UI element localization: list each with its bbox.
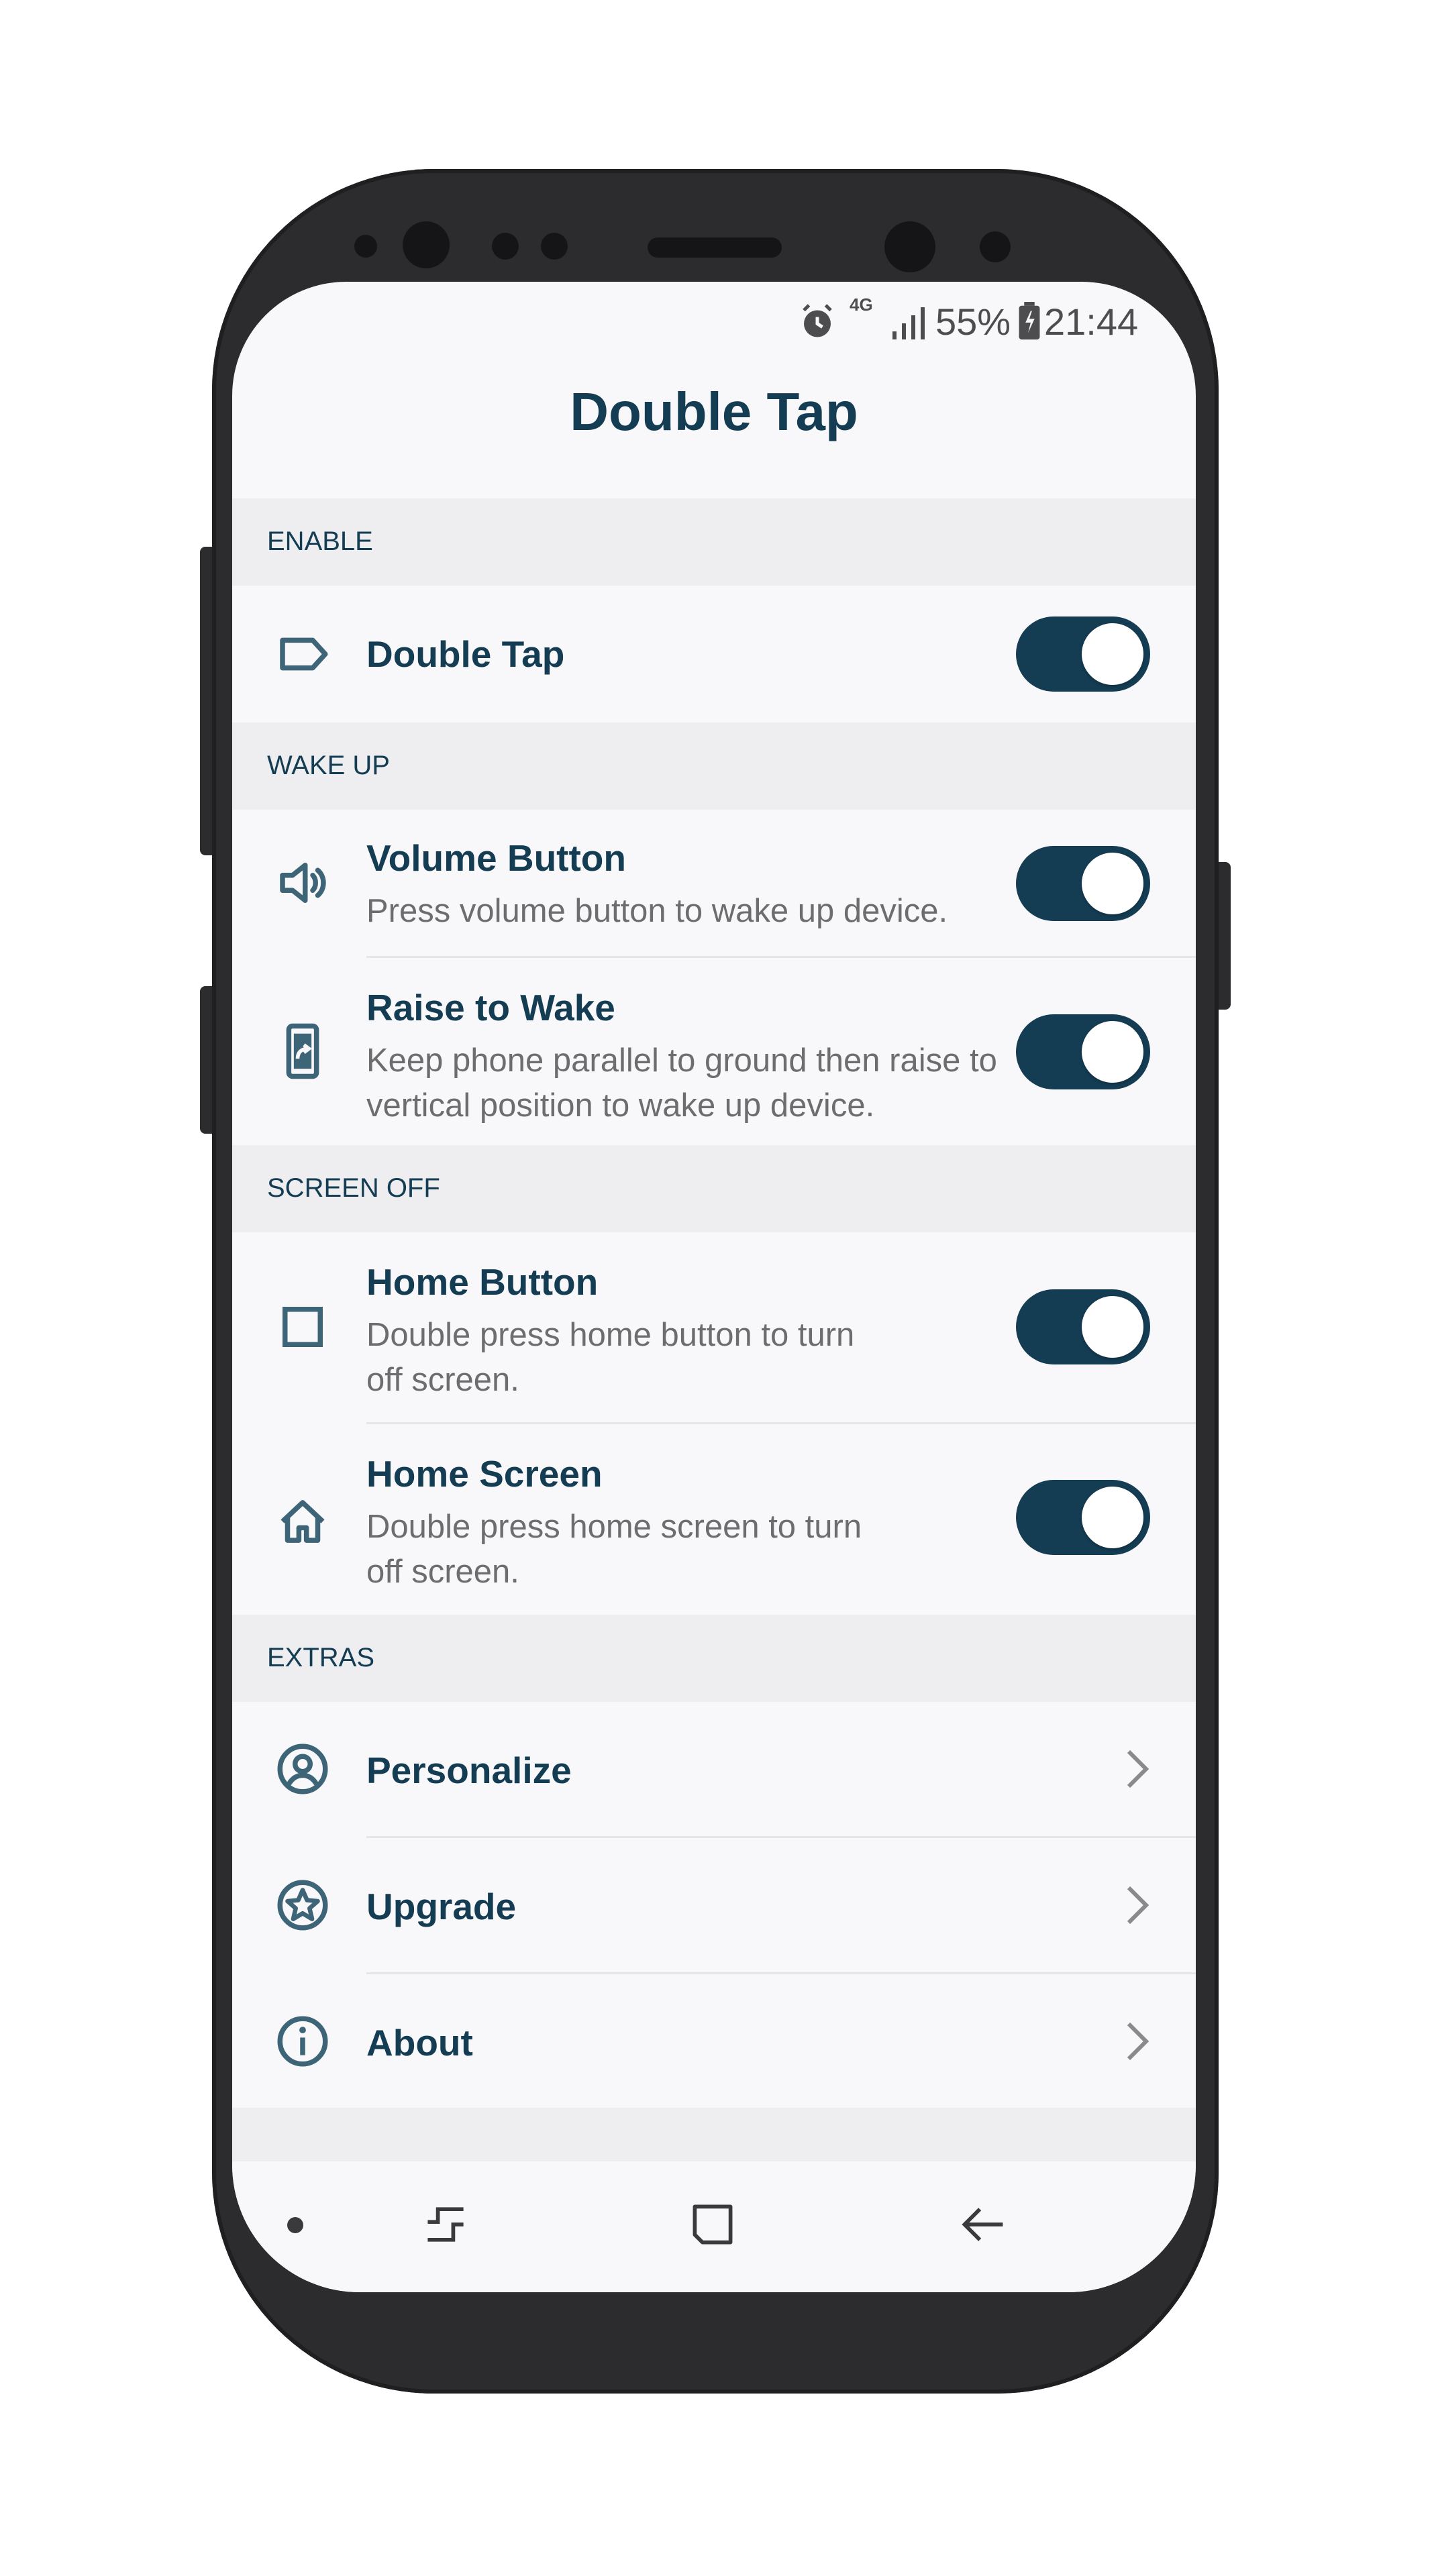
battery-percent: 55%	[935, 301, 1011, 343]
network-type: 4G	[850, 294, 873, 315]
toggle-knob	[1082, 853, 1143, 914]
phone-raise-icon	[272, 1021, 333, 1081]
menu-row-upgrade[interactable]: Upgrade	[232, 1838, 1196, 1972]
info-icon	[272, 2011, 333, 2072]
setting-description-line-2: off screen.	[366, 1362, 519, 1398]
section-header-extras: EXTRAS	[232, 1615, 1196, 1702]
earpiece-speaker	[648, 237, 782, 258]
label-tag-icon	[272, 624, 333, 684]
section-label: EXTRAS	[267, 1643, 375, 1672]
front-camera	[403, 221, 450, 268]
setting-description: Press volume button to wake up device.	[366, 893, 948, 929]
setting-description-line-2: off screen.	[366, 1554, 519, 1590]
setting-title: Double Tap	[366, 633, 565, 675]
setting-title: Home Screen	[366, 1453, 603, 1495]
setting-row-double-tap[interactable]: Double Tap	[232, 586, 1196, 722]
volume-button-toggle[interactable]	[1016, 846, 1150, 921]
menu-row-about[interactable]: About	[232, 1974, 1196, 2108]
setting-title: Raise to Wake	[366, 987, 615, 1028]
setting-title: Volume Button	[366, 837, 626, 879]
chevron-right-icon	[1123, 2020, 1153, 2063]
toggle-knob	[1082, 1296, 1143, 1358]
setting-title: Home Button	[366, 1261, 599, 1303]
page-title: Double Tap	[570, 382, 858, 441]
clock: 21:44	[1044, 301, 1139, 343]
toggle-knob	[1082, 1487, 1143, 1548]
home-button-toggle[interactable]	[1016, 1289, 1150, 1364]
home-nav-icon[interactable]	[687, 2199, 738, 2250]
square-icon	[272, 1297, 333, 1357]
chevron-right-icon	[1123, 1884, 1153, 1927]
battery-charging-icon	[1017, 302, 1041, 341]
home-icon	[272, 1491, 333, 1552]
section-header-screen-off: SCREEN OFF	[232, 1145, 1196, 1232]
setting-row-home-button[interactable]: Home Button Double press home button to …	[232, 1232, 1196, 1422]
sensor-dot	[980, 231, 1011, 262]
menu-title: Upgrade	[366, 1886, 517, 1927]
setting-row-home-screen[interactable]: Home Screen Double press home screen to …	[232, 1424, 1196, 1615]
toggle-knob	[1082, 623, 1143, 685]
sensor-dot	[492, 233, 519, 260]
section-label: ENABLE	[267, 527, 373, 556]
dot-icon[interactable]	[287, 2217, 303, 2233]
double-tap-toggle[interactable]	[1016, 616, 1150, 692]
setting-row-volume-button[interactable]: Volume Button Press volume button to wak…	[232, 810, 1196, 956]
section-label: SCREEN OFF	[267, 1173, 440, 1203]
raise-to-wake-toggle[interactable]	[1016, 1014, 1150, 1089]
setting-row-raise-to-wake[interactable]: Raise to Wake Keep phone parallel to gro…	[232, 958, 1196, 1145]
list-footer	[232, 2108, 1196, 2161]
setting-description-line-1: Double press home screen to turn	[366, 1509, 862, 1545]
section-header-enable: ENABLE	[232, 498, 1196, 586]
recents-icon[interactable]	[420, 2199, 471, 2250]
navigation-bar	[232, 2161, 1196, 2292]
menu-row-personalize[interactable]: Personalize	[232, 1702, 1196, 1836]
sensor-dot	[354, 235, 377, 258]
section-header-wake-up: WAKE UP	[232, 722, 1196, 810]
signal-icon	[890, 305, 930, 342]
volume-icon	[272, 853, 333, 913]
alarm-icon	[797, 302, 837, 342]
menu-title: About	[366, 2022, 473, 2063]
section-label: WAKE UP	[267, 751, 390, 780]
home-screen-toggle[interactable]	[1016, 1480, 1150, 1555]
setting-description-line-2: vertical position to wake up device.	[366, 1087, 875, 1124]
setting-description-line-1: Double press home button to turn	[366, 1317, 855, 1353]
user-circle-icon	[272, 1739, 333, 1799]
star-circle-icon	[272, 1875, 333, 1935]
back-icon[interactable]	[957, 2199, 1008, 2250]
phone-screen: 4G 55% 21:44 Double Tap ENABLE Double Ta…	[232, 282, 1196, 2292]
status-bar: 4G 55% 21:44	[232, 282, 1196, 349]
iris-scanner	[884, 221, 935, 272]
toggle-knob	[1082, 1021, 1143, 1083]
sensor-dot	[541, 233, 568, 260]
setting-description-line-1: Keep phone parallel to ground then raise…	[366, 1042, 997, 1079]
chevron-right-icon	[1123, 1748, 1153, 1790]
menu-title: Personalize	[366, 1750, 572, 1791]
